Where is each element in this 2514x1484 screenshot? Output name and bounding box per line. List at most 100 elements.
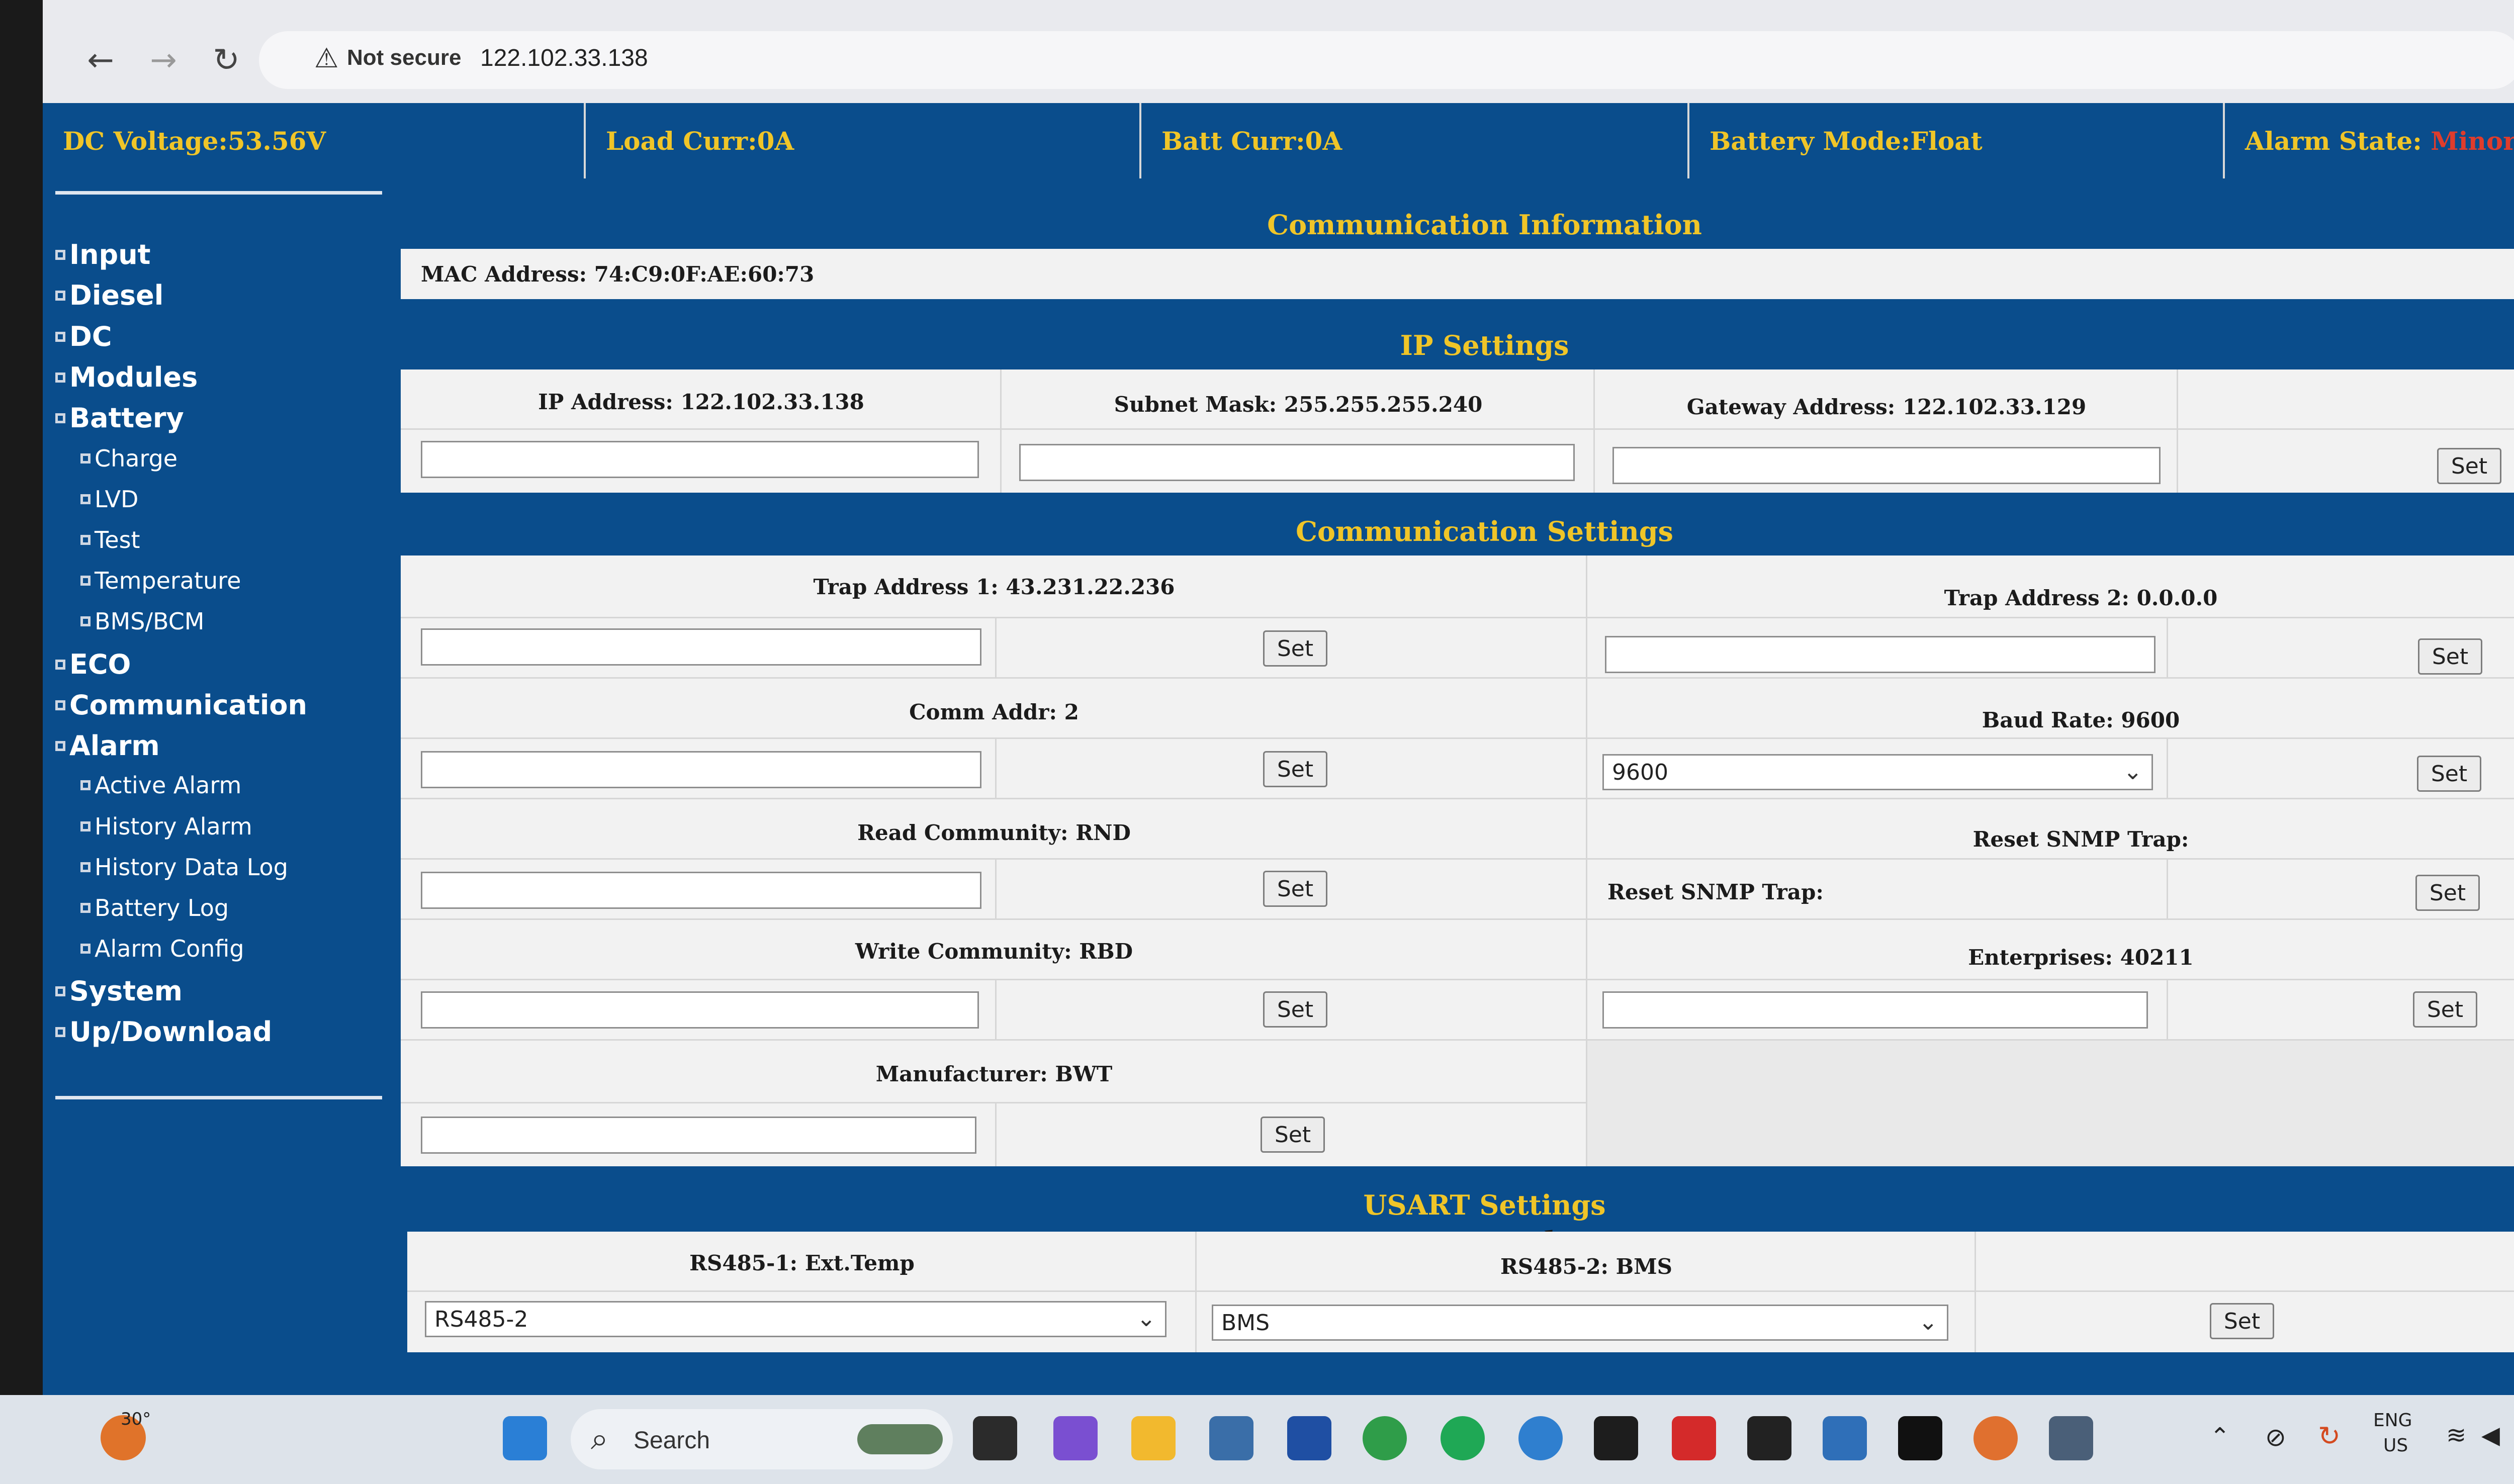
nav-label[interactable]: Diesel — [69, 280, 163, 311]
nav-label[interactable]: History Alarm — [95, 813, 252, 840]
nav-item-battery[interactable]: Battery — [55, 402, 184, 434]
wifi-icon[interactable]: ≋ — [2446, 1421, 2466, 1449]
baud-rate-set-button[interactable]: Set — [2417, 756, 2481, 792]
manufacturer-input[interactable] — [421, 1117, 976, 1154]
nav-label[interactable]: Charge — [95, 445, 177, 472]
nav-item-dc[interactable]: DC — [55, 321, 112, 352]
trap-address-1-input[interactable] — [421, 628, 981, 666]
subnet-input-cell — [1002, 430, 1595, 493]
nav-label[interactable]: Temperature — [95, 567, 241, 594]
chrome-active-icon[interactable] — [1973, 1416, 2018, 1460]
file-explorer-icon[interactable] — [1131, 1416, 1176, 1460]
nav-label[interactable]: Active Alarm — [95, 772, 241, 799]
comm-addr-set-button[interactable]: Set — [1263, 751, 1327, 787]
rs485-2-select[interactable]: BMS ⌄ — [1212, 1305, 1948, 1341]
nav-label[interactable]: Battery — [69, 402, 184, 434]
nav-label[interactable]: Modules — [69, 361, 198, 393]
reload-icon[interactable]: ↻ — [201, 35, 251, 85]
trap-address-1-set-button[interactable]: Set — [1263, 630, 1327, 667]
nav-label[interactable]: System — [69, 975, 183, 1007]
nav-item-active-alarm[interactable]: Active Alarm — [80, 772, 241, 799]
nav-label[interactable]: Test — [95, 526, 140, 553]
snipping-tool-icon[interactable] — [1209, 1416, 1253, 1460]
teams-icon[interactable] — [1053, 1416, 1098, 1460]
read-community-set-button[interactable]: Set — [1263, 871, 1327, 907]
language-top[interactable]: ENG — [2373, 1410, 2412, 1431]
manufacturer-set-button[interactable]: Set — [1261, 1117, 1325, 1153]
language-bottom[interactable]: US — [2383, 1435, 2408, 1456]
task-view-icon[interactable] — [973, 1416, 1017, 1460]
subnet-mask-input[interactable] — [1019, 444, 1575, 481]
comm-addr-input[interactable] — [421, 751, 981, 788]
nav-label[interactable]: BMS/BCM — [95, 608, 205, 635]
nav-item-eco[interactable]: ECO — [55, 648, 131, 680]
terminal-icon[interactable] — [1898, 1416, 1942, 1460]
sync-off-icon[interactable]: ⊘ — [2265, 1423, 2286, 1452]
ip-address-input[interactable] — [421, 441, 979, 478]
weather-widget[interactable]: 30° — [101, 1409, 151, 1460]
store-icon[interactable] — [1287, 1416, 1331, 1460]
baud-rate-select[interactable]: 9600 ⌄ — [1602, 754, 2153, 790]
trap2-set-cell: Set — [2168, 618, 2514, 679]
nav-label[interactable]: LVD — [95, 486, 138, 513]
usart-set-button[interactable]: Set — [2210, 1303, 2274, 1339]
nav-item-lvd[interactable]: LVD — [80, 486, 138, 513]
forward-arrow-icon[interactable]: → — [138, 35, 189, 85]
chrome-icon[interactable] — [1363, 1416, 1407, 1460]
nav-item-system[interactable]: System — [55, 975, 183, 1007]
nav-item-alarm-config[interactable]: Alarm Config — [80, 935, 244, 962]
nav-item-battery-log[interactable]: Battery Log — [80, 894, 229, 921]
nav-label[interactable]: DC — [69, 321, 112, 352]
nav-item-history-alarm[interactable]: History Alarm — [80, 813, 252, 840]
trap-address-2-set-button[interactable]: Set — [2418, 638, 2482, 675]
nav-item-input[interactable]: Input — [55, 239, 150, 270]
dc-voltage-label: DC Voltage: — [63, 126, 228, 156]
ip-set-button[interactable]: Set — [2437, 448, 2501, 484]
enterprises-set-button[interactable]: Set — [2413, 991, 2477, 1028]
security-label[interactable]: Not secure — [347, 45, 461, 70]
back-arrow-icon[interactable]: ← — [75, 35, 126, 85]
rs485-1-select[interactable]: RS485-2 ⌄ — [425, 1301, 1166, 1337]
nav-item-charge[interactable]: Charge — [80, 445, 177, 472]
nav-label[interactable]: ECO — [69, 648, 131, 680]
read-community-input[interactable] — [421, 872, 981, 909]
nav-item-alarm[interactable]: Alarm — [55, 730, 160, 762]
nav-label[interactable]: Input — [69, 239, 150, 270]
nav-item-communication[interactable]: Communication — [55, 689, 307, 721]
nav-item-history-data-log[interactable]: History Data Log — [80, 854, 288, 881]
volume-icon[interactable]: ◀ — [2481, 1421, 2500, 1449]
nav-label[interactable]: Alarm — [69, 730, 160, 762]
nav-label[interactable]: Communication — [69, 689, 307, 721]
nav-item-test[interactable]: Test — [80, 526, 140, 553]
nav-label[interactable]: Battery Log — [95, 894, 229, 921]
nav-item-diesel[interactable]: Diesel — [55, 280, 163, 311]
gateway-address-input[interactable] — [1612, 447, 2161, 484]
chevron-up-icon[interactable]: ⌃ — [2210, 1423, 2230, 1451]
refresh-icon[interactable]: ↻ — [2318, 1420, 2341, 1452]
trap-address-2-input[interactable] — [1605, 636, 2156, 673]
app-icon[interactable] — [1747, 1416, 1791, 1460]
address-bar[interactable]: ⚠ Not secure 122.102.33.138 — [259, 31, 2514, 89]
messenger-icon[interactable] — [1518, 1416, 1563, 1460]
enterprises-input[interactable] — [1602, 991, 2148, 1029]
nav-item-temperature[interactable]: Temperature — [80, 567, 241, 594]
windows-start-icon[interactable] — [503, 1416, 547, 1460]
whatsapp-icon[interactable] — [1441, 1416, 1485, 1460]
wps-office-icon[interactable] — [1672, 1416, 1716, 1460]
nav-label[interactable]: History Data Log — [95, 854, 288, 881]
sticky-notes-icon[interactable] — [1594, 1416, 1638, 1460]
nav-label[interactable]: Up/Download — [69, 1016, 272, 1048]
photos-icon[interactable] — [1823, 1416, 1867, 1460]
nav-item-modules[interactable]: Modules — [55, 361, 198, 393]
nav-item-bms-bcm[interactable]: BMS/BCM — [80, 608, 205, 635]
network-tool-icon[interactable] — [2049, 1416, 2093, 1460]
write-community-input[interactable] — [421, 991, 979, 1029]
warning-icon[interactable]: ⚠ — [314, 42, 338, 74]
nav-label[interactable]: Alarm Config — [95, 935, 244, 962]
url-text[interactable]: 122.102.33.138 — [480, 44, 648, 72]
write-community-set-button[interactable]: Set — [1263, 991, 1327, 1028]
subnet-mask-label: Subnet Mask: 255.255.255.240 — [1114, 392, 1483, 417]
taskbar-search[interactable]: ⌕ Search — [571, 1409, 953, 1469]
nav-item-up-download[interactable]: Up/Download — [55, 1016, 272, 1048]
reset-snmp-set-button[interactable]: Set — [2415, 875, 2480, 911]
